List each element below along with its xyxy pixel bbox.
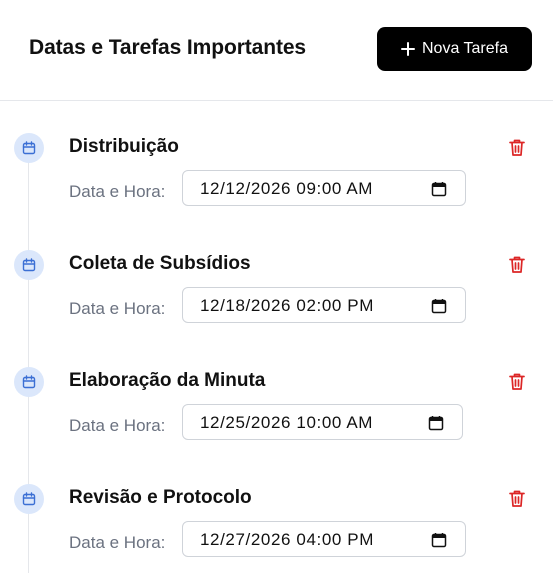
task-title: Distribuição: [69, 136, 179, 157]
trash-icon: [509, 373, 525, 390]
calendar-picker-icon[interactable]: [431, 532, 447, 548]
task-item: Revisão e Protocolo Data e Hora: 12/27/2…: [0, 484, 553, 573]
trash-icon: [509, 490, 525, 507]
calendar-icon: [14, 367, 44, 397]
calendar-icon: [14, 484, 44, 514]
datetime-value: 12/27/2026 04:00 PM: [200, 530, 374, 549]
task-title: Revisão e Protocolo: [69, 487, 252, 508]
calendar-picker-icon[interactable]: [431, 298, 447, 314]
trash-icon: [509, 139, 525, 156]
task-item: Elaboração da Minuta Data e Hora: 12/25/…: [0, 367, 553, 467]
calendar-icon: [14, 250, 44, 280]
delete-task-button[interactable]: [506, 487, 528, 509]
datetime-value: 12/12/2026 09:00 AM: [200, 179, 374, 198]
datetime-value: 12/18/2026 02:00 PM: [200, 296, 374, 315]
delete-task-button[interactable]: [506, 253, 528, 275]
datetime-label: Data e Hora:: [69, 416, 166, 435]
calendar-picker-icon[interactable]: [428, 415, 444, 431]
task-title: Elaboração da Minuta: [69, 370, 266, 391]
datetime-value: 12/25/2026 10:00 AM: [200, 413, 374, 432]
new-task-button[interactable]: Nova Tarefa: [377, 27, 532, 71]
plus-icon: [401, 42, 415, 56]
datetime-label: Data e Hora:: [69, 182, 166, 201]
datetime-input[interactable]: 12/18/2026 02:00 PM: [182, 287, 466, 323]
task-item: Distribuição Data e Hora: 12/12/2026 09:…: [0, 133, 553, 233]
delete-task-button[interactable]: [506, 136, 528, 158]
calendar-picker-icon[interactable]: [431, 181, 447, 197]
datetime-label: Data e Hora:: [69, 299, 166, 318]
page-header: Datas e Tarefas Importantes Nova Tarefa: [0, 0, 553, 101]
datetime-input[interactable]: 12/27/2026 04:00 PM: [182, 521, 466, 557]
page-title: Datas e Tarefas Importantes: [29, 36, 307, 59]
datetime-label: Data e Hora:: [69, 533, 166, 552]
trash-icon: [509, 256, 525, 273]
datetime-input[interactable]: 12/25/2026 10:00 AM: [182, 404, 463, 440]
task-title: Coleta de Subsídios: [69, 253, 251, 274]
calendar-icon: [14, 133, 44, 163]
new-task-label: Nova Tarefa: [422, 40, 508, 57]
delete-task-button[interactable]: [506, 370, 528, 392]
task-item: Coleta de Subsídios Data e Hora: 12/18/2…: [0, 250, 553, 350]
datetime-input[interactable]: 12/12/2026 09:00 AM: [182, 170, 466, 206]
